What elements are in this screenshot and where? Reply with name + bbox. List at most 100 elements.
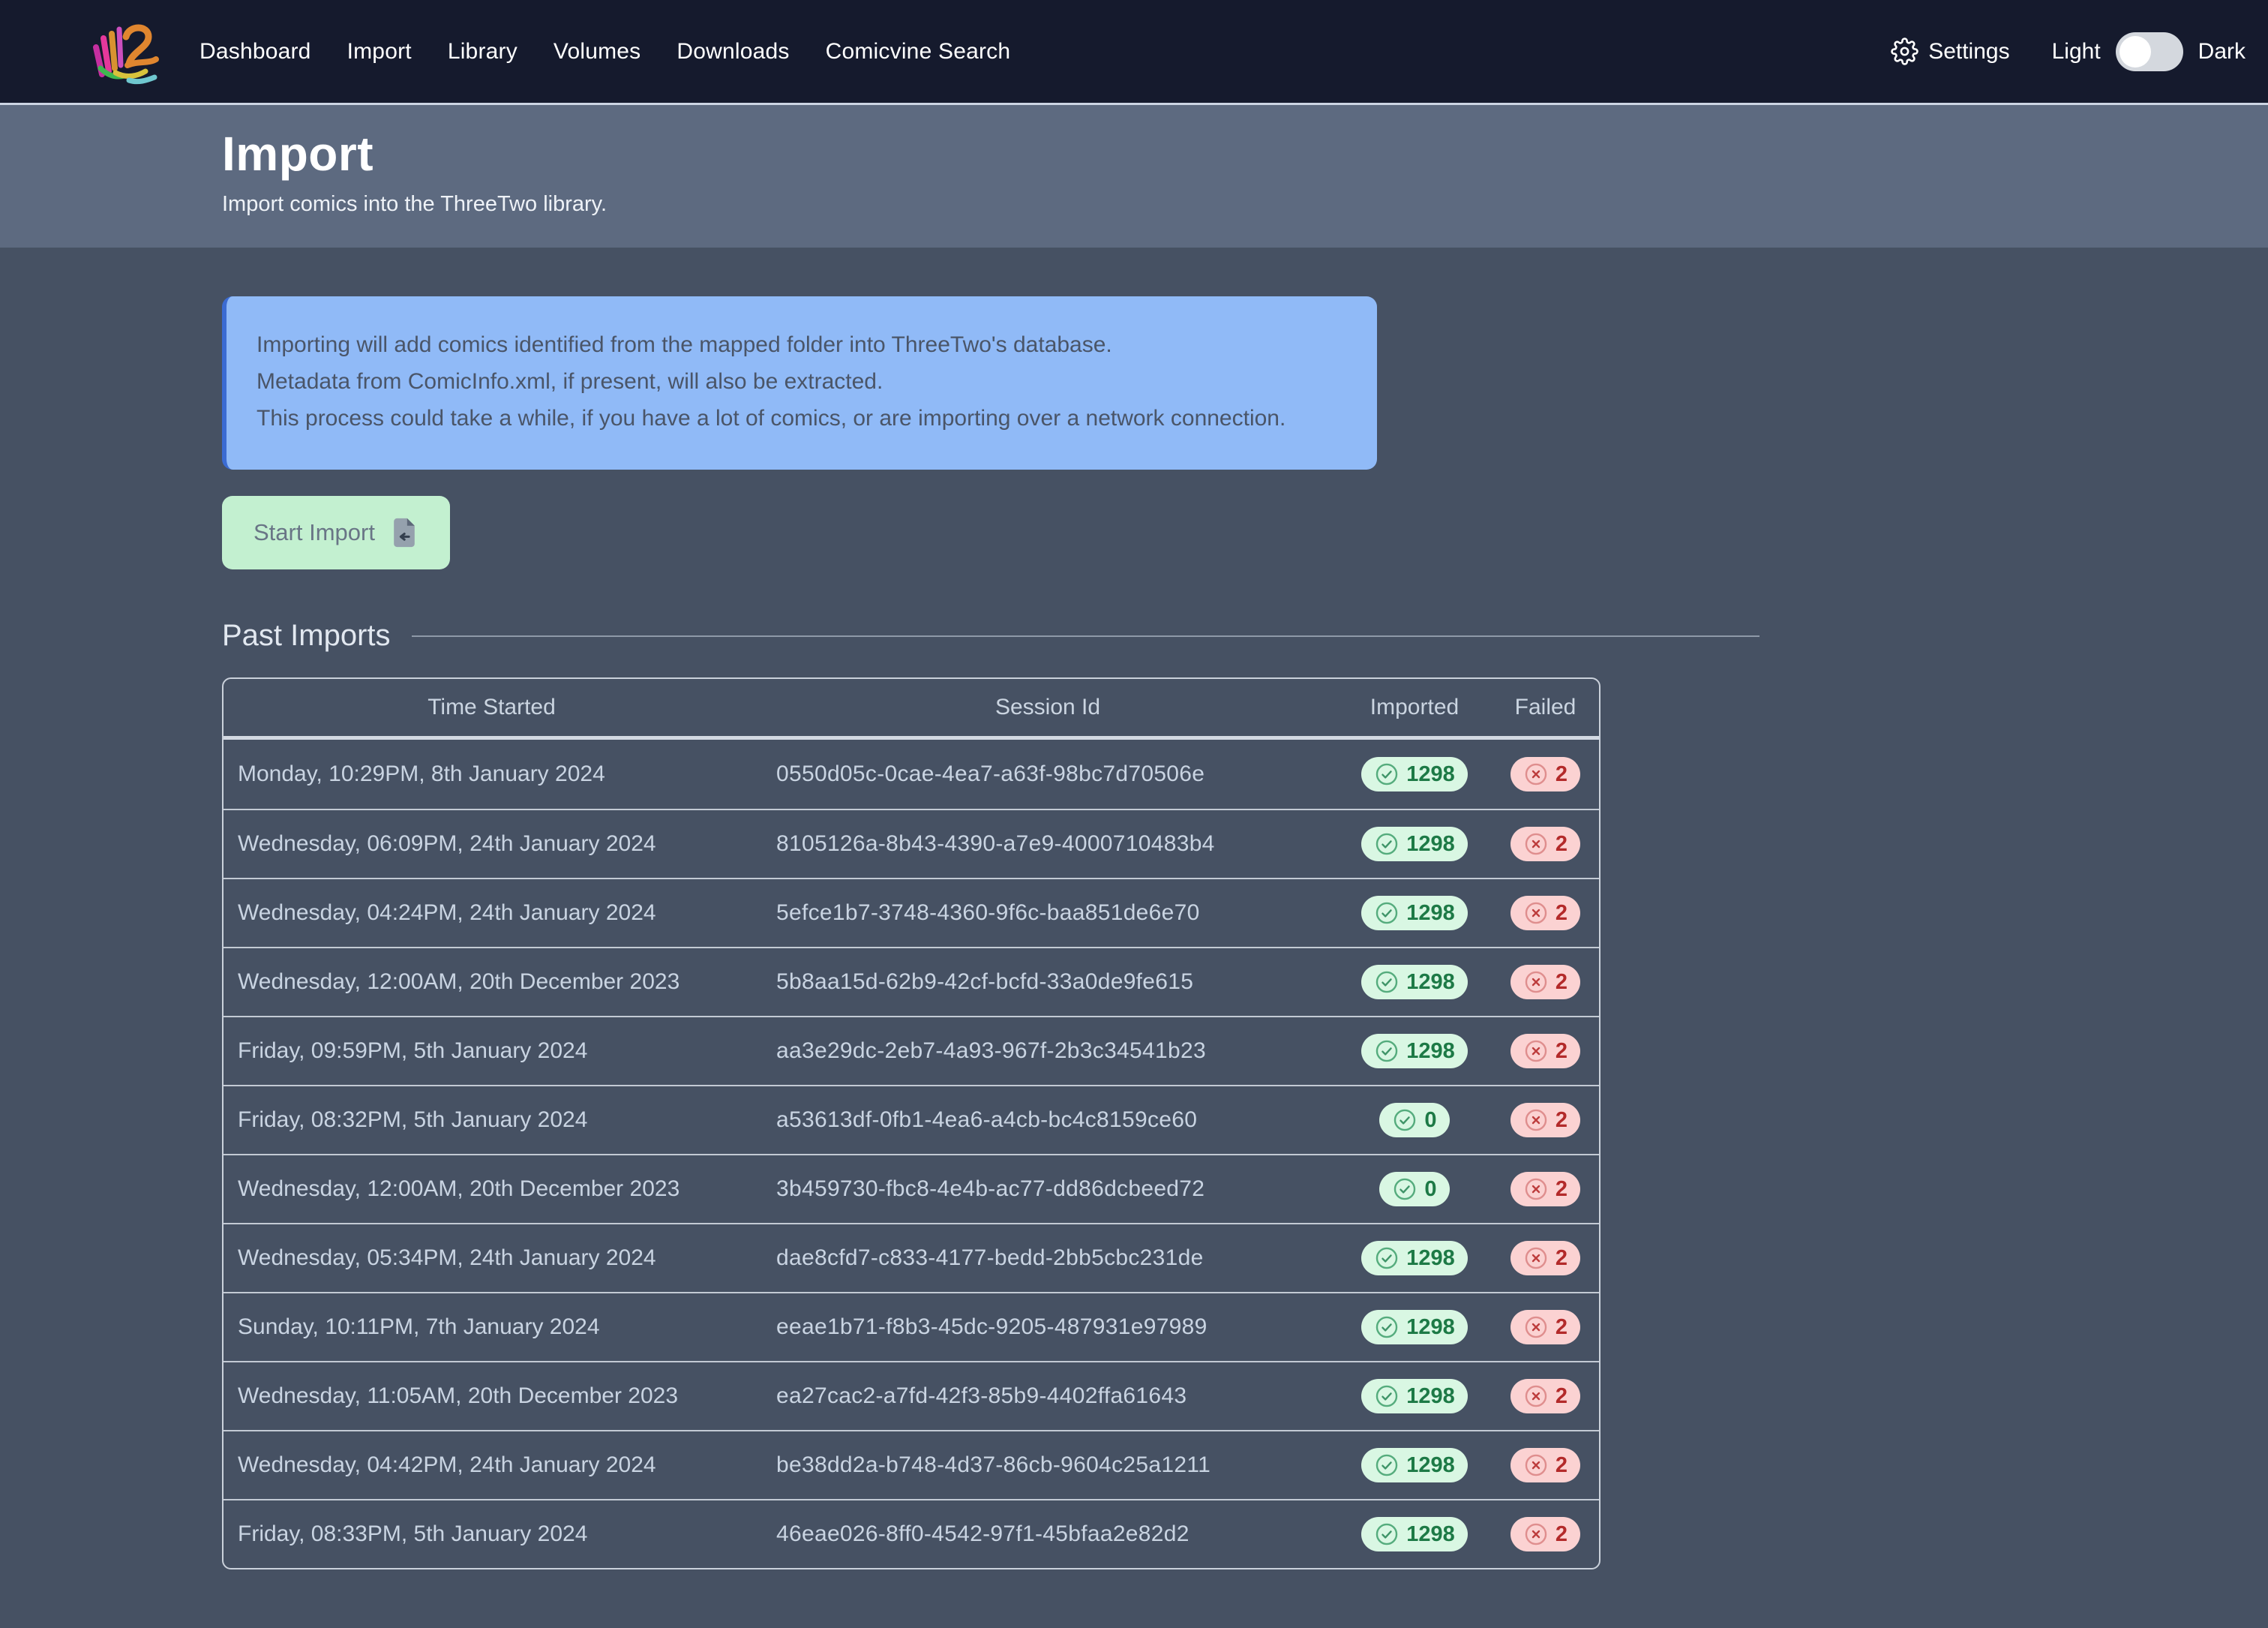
session-id-cell: 3b459730-fbc8-4e4b-ac77-dd86dcbeed72	[760, 1155, 1336, 1223]
failed-cell: 2	[1493, 1155, 1598, 1223]
imported-badge: 0	[1379, 1172, 1449, 1206]
start-import-label: Start Import	[254, 519, 375, 546]
imported-cell: 0	[1336, 1086, 1493, 1154]
session-id-cell: 5efce1b7-3748-4360-9f6c-baa851de6e70	[760, 879, 1336, 947]
theme-toggle[interactable]	[2116, 32, 2183, 71]
gear-icon	[1891, 38, 1918, 65]
imported-badge: 1298	[1361, 1034, 1468, 1068]
imported-badge: 1298	[1361, 757, 1468, 791]
failed-cell: 2	[1493, 740, 1598, 809]
failed-badge: 2	[1510, 1172, 1580, 1206]
failed-count: 2	[1556, 1315, 1568, 1340]
failed-cell: 2	[1493, 879, 1598, 947]
check-circle-icon	[1374, 1521, 1400, 1547]
settings-button[interactable]: Settings	[1891, 38, 2009, 65]
failed-cell: 2	[1493, 1086, 1598, 1154]
imported-cell: 1298	[1336, 1362, 1493, 1430]
info-line: Metadata from ComicInfo.xml, if present,…	[256, 363, 1342, 400]
imported-cell: 1298	[1336, 1224, 1493, 1292]
time-started-cell: Sunday, 10:11PM, 7th January 2024	[224, 1293, 760, 1361]
past-imports-header: Past Imports	[222, 619, 1760, 653]
session-id-cell: ea27cac2-a7fd-42f3-85b9-4402ffa61643	[760, 1362, 1336, 1430]
failed-cell: 2	[1493, 1431, 1598, 1499]
imported-count: 1298	[1406, 1453, 1455, 1478]
nav-item-comicvine-search[interactable]: Comicvine Search	[826, 39, 1011, 65]
imported-badge: 1298	[1361, 1241, 1468, 1275]
failed-badge: 2	[1510, 1241, 1580, 1275]
failed-count: 2	[1556, 1108, 1568, 1133]
time-started-cell: Wednesday, 12:00AM, 20th December 2023	[224, 948, 760, 1016]
x-circle-icon	[1523, 1107, 1549, 1133]
failed-count: 2	[1556, 1453, 1568, 1478]
failed-count: 2	[1556, 1039, 1568, 1064]
info-line: Importing will add comics identified fro…	[256, 326, 1342, 363]
check-circle-icon	[1392, 1176, 1418, 1202]
table-row: Wednesday, 12:00AM, 20th December 20233b…	[224, 1154, 1599, 1223]
imported-badge: 1298	[1361, 896, 1468, 930]
time-started-cell: Wednesday, 11:05AM, 20th December 2023	[224, 1362, 760, 1430]
nav-item-volumes[interactable]: Volumes	[554, 39, 640, 65]
imported-count: 1298	[1406, 1522, 1455, 1547]
x-circle-icon	[1523, 831, 1549, 857]
navbar: Dashboard Import Library Volumes Downloa…	[0, 0, 2268, 105]
session-id-cell: dae8cfd7-c833-4177-bedd-2bb5cbc231de	[760, 1224, 1336, 1292]
nav-item-import[interactable]: Import	[347, 39, 412, 65]
imported-badge: 0	[1379, 1103, 1449, 1137]
imported-count: 0	[1424, 1177, 1436, 1202]
time-started-cell: Wednesday, 05:34PM, 24th January 2024	[224, 1224, 760, 1292]
threetwo-logo-icon[interactable]	[86, 16, 160, 88]
nav-links: Dashboard Import Library Volumes Downloa…	[200, 39, 1010, 65]
x-circle-icon	[1523, 1245, 1549, 1271]
table-row: Monday, 10:29PM, 8th January 20240550d05…	[224, 740, 1599, 809]
check-circle-icon	[1374, 1038, 1400, 1064]
failed-badge: 2	[1510, 965, 1580, 999]
x-circle-icon	[1523, 1383, 1549, 1409]
failed-cell: 2	[1493, 1017, 1598, 1085]
failed-count: 2	[1556, 1384, 1568, 1409]
imported-count: 1298	[1406, 970, 1455, 995]
nav-item-downloads[interactable]: Downloads	[676, 39, 789, 65]
session-id-cell: eeae1b71-f8b3-45dc-9205-487931e97989	[760, 1293, 1336, 1361]
time-started-cell: Friday, 09:59PM, 5th January 2024	[224, 1017, 760, 1085]
start-import-button[interactable]: Start Import	[222, 496, 450, 569]
table-row: Friday, 08:33PM, 5th January 202446eae02…	[224, 1499, 1599, 1568]
failed-badge: 2	[1510, 1310, 1580, 1344]
imported-badge: 1298	[1361, 1517, 1468, 1551]
failed-count: 2	[1556, 1177, 1568, 1202]
nav-item-library[interactable]: Library	[448, 39, 518, 65]
page-header: Import Import comics into the ThreeTwo l…	[0, 105, 2268, 248]
table-header-row: Time Started Session Id Imported Failed	[224, 679, 1599, 740]
info-line: This process could take a while, if you …	[256, 400, 1342, 437]
nav-item-dashboard[interactable]: Dashboard	[200, 39, 311, 65]
imported-cell: 0	[1336, 1155, 1493, 1223]
navbar-right: Settings Light Dark	[1891, 32, 2246, 71]
failed-badge: 2	[1510, 827, 1580, 861]
x-circle-icon	[1523, 900, 1549, 926]
table-row: Wednesday, 11:05AM, 20th December 2023ea…	[224, 1361, 1599, 1430]
imported-cell: 1298	[1336, 810, 1493, 878]
time-started-cell: Wednesday, 04:24PM, 24th January 2024	[224, 879, 760, 947]
failed-count: 2	[1556, 901, 1568, 926]
past-imports-title: Past Imports	[222, 619, 391, 653]
check-circle-icon	[1374, 1314, 1400, 1340]
imported-cell: 1298	[1336, 1500, 1493, 1568]
check-circle-icon	[1374, 831, 1400, 857]
x-circle-icon	[1523, 1038, 1549, 1064]
theme-dark-label: Dark	[2198, 39, 2246, 65]
failed-badge: 2	[1510, 1379, 1580, 1413]
failed-count: 2	[1556, 1522, 1568, 1547]
table-row: Wednesday, 04:42PM, 24th January 2024be3…	[224, 1430, 1599, 1499]
failed-cell: 2	[1493, 948, 1598, 1016]
x-circle-icon	[1523, 1314, 1549, 1340]
check-circle-icon	[1374, 761, 1400, 787]
divider-line	[412, 635, 1760, 637]
failed-badge: 2	[1510, 896, 1580, 930]
page-subtitle: Import comics into the ThreeTwo library.	[222, 192, 2268, 217]
failed-badge: 2	[1510, 1034, 1580, 1068]
time-started-cell: Wednesday, 04:42PM, 24th January 2024	[224, 1431, 760, 1499]
failed-cell: 2	[1493, 1293, 1598, 1361]
session-id-cell: 0550d05c-0cae-4ea7-a63f-98bc7d70506e	[760, 740, 1336, 809]
check-circle-icon	[1374, 969, 1400, 995]
table-row: Wednesday, 05:34PM, 24th January 2024dae…	[224, 1223, 1599, 1292]
check-circle-icon	[1374, 1383, 1400, 1409]
